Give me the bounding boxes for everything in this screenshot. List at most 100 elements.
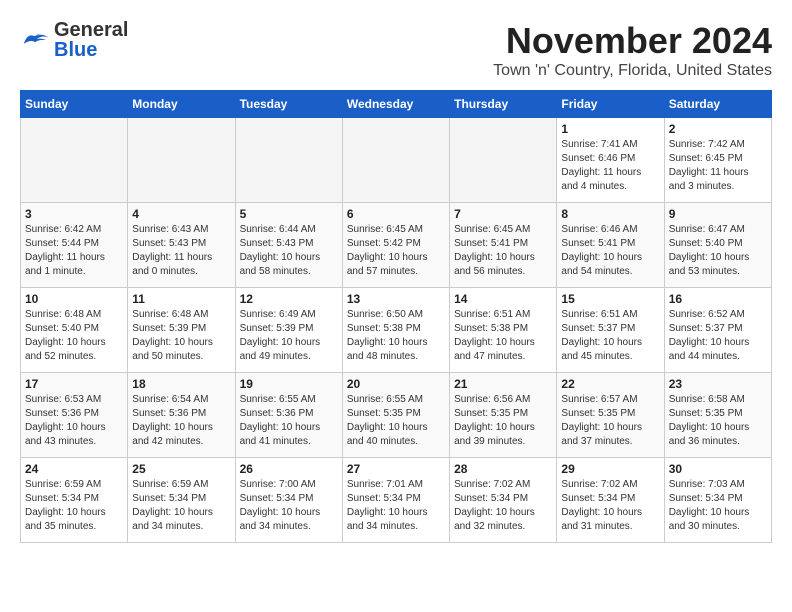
calendar-cell: 27 Sunrise: 7:01 AM Sunset: 5:34 PM Dayli… <box>342 458 449 543</box>
calendar-title: November 2024 <box>493 20 772 62</box>
calendar-cell: 11 Sunrise: 6:48 AM Sunset: 5:39 PM Dayli… <box>128 288 235 373</box>
day-info: Sunrise: 6:48 AM Sunset: 5:39 PM Dayligh… <box>132 308 230 364</box>
calendar-cell: 30 Sunrise: 7:03 AM Sunset: 5:34 PM Dayli… <box>664 458 771 543</box>
day-number: 12 <box>240 292 338 306</box>
calendar-header-thursday: Thursday <box>450 91 557 118</box>
calendar-subtitle: Town 'n' Country, Florida, United States <box>493 62 772 80</box>
day-number: 22 <box>561 377 659 391</box>
calendar-cell: 23Sunrise: 6:58 AM Sunset: 5:35 PM Dayli… <box>664 373 771 458</box>
day-number: 16 <box>669 292 767 306</box>
calendar-header-friday: Friday <box>557 91 664 118</box>
day-info: Sunrise: 6:46 AM Sunset: 5:41 PM Dayligh… <box>561 223 659 279</box>
day-info: Sunrise: 6:59 AM Sunset: 5:34 PM Dayligh… <box>25 478 123 534</box>
calendar-cell: 10 Sunrise: 6:48 AM Sunset: 5:40 PM Dayli… <box>21 288 128 373</box>
calendar-cell <box>235 118 342 203</box>
day-number: 21 <box>454 377 552 391</box>
logo: General Blue <box>20 20 128 60</box>
day-number: 4 <box>132 207 230 221</box>
day-number: 24 <box>25 462 123 476</box>
calendar-header-wednesday: Wednesday <box>342 91 449 118</box>
title-block: November 2024 Town 'n' Country, Florida,… <box>493 20 772 80</box>
day-number: 5 <box>240 207 338 221</box>
calendar-cell: 21 Sunrise: 6:56 AM Sunset: 5:35 PM Dayli… <box>450 373 557 458</box>
day-info: Sunrise: 6:59 AM Sunset: 5:34 PM Dayligh… <box>132 478 230 534</box>
day-number: 25 <box>132 462 230 476</box>
day-number: 23 <box>669 377 767 391</box>
calendar-cell <box>450 118 557 203</box>
day-number: 17 <box>25 377 123 391</box>
logo-blue: Blue <box>54 40 128 60</box>
calendar-header-tuesday: Tuesday <box>235 91 342 118</box>
logo-general: General <box>54 19 128 41</box>
calendar-cell: 1Sunrise: 7:41 AM Sunset: 6:46 PM Daylig… <box>557 118 664 203</box>
day-number: 27 <box>347 462 445 476</box>
calendar-header-monday: Monday <box>128 91 235 118</box>
day-number: 10 <box>25 292 123 306</box>
day-info: Sunrise: 6:45 AM Sunset: 5:41 PM Dayligh… <box>454 223 552 279</box>
calendar-week-3: 10 Sunrise: 6:48 AM Sunset: 5:40 PM Dayli… <box>21 288 772 373</box>
calendar-cell: 4 Sunrise: 6:43 AM Sunset: 5:43 PM Daylig… <box>128 203 235 288</box>
calendar-cell: 7 Sunrise: 6:45 AM Sunset: 5:41 PM Daylig… <box>450 203 557 288</box>
day-info: Sunrise: 7:42 AM Sunset: 6:45 PM Dayligh… <box>669 138 767 194</box>
day-number: 11 <box>132 292 230 306</box>
calendar-cell: 20 Sunrise: 6:55 AM Sunset: 5:35 PM Dayli… <box>342 373 449 458</box>
day-number: 8 <box>561 207 659 221</box>
calendar-cell: 9Sunrise: 6:47 AM Sunset: 5:40 PM Daylig… <box>664 203 771 288</box>
day-number: 14 <box>454 292 552 306</box>
day-info: Sunrise: 7:00 AM Sunset: 5:34 PM Dayligh… <box>240 478 338 534</box>
calendar-cell: 29 Sunrise: 7:02 AM Sunset: 5:34 PM Dayli… <box>557 458 664 543</box>
calendar-cell: 18 Sunrise: 6:54 AM Sunset: 5:36 PM Dayli… <box>128 373 235 458</box>
day-info: Sunrise: 6:45 AM Sunset: 5:42 PM Dayligh… <box>347 223 445 279</box>
day-info: Sunrise: 6:52 AM Sunset: 5:37 PM Dayligh… <box>669 308 767 364</box>
day-info: Sunrise: 6:56 AM Sunset: 5:35 PM Dayligh… <box>454 393 552 449</box>
day-number: 20 <box>347 377 445 391</box>
calendar-cell: 19 Sunrise: 6:55 AM Sunset: 5:36 PM Dayli… <box>235 373 342 458</box>
calendar-cell: 28Sunrise: 7:02 AM Sunset: 5:34 PM Dayli… <box>450 458 557 543</box>
day-info: Sunrise: 7:41 AM Sunset: 6:46 PM Dayligh… <box>561 138 659 194</box>
calendar-cell <box>128 118 235 203</box>
day-number: 13 <box>347 292 445 306</box>
calendar-cell <box>342 118 449 203</box>
day-info: Sunrise: 6:57 AM Sunset: 5:35 PM Dayligh… <box>561 393 659 449</box>
logo-bird-icon <box>20 28 50 52</box>
calendar-cell: 13 Sunrise: 6:50 AM Sunset: 5:38 PM Dayli… <box>342 288 449 373</box>
day-info: Sunrise: 7:01 AM Sunset: 5:34 PM Dayligh… <box>347 478 445 534</box>
calendar-week-1: 1Sunrise: 7:41 AM Sunset: 6:46 PM Daylig… <box>21 118 772 203</box>
day-info: Sunrise: 6:49 AM Sunset: 5:39 PM Dayligh… <box>240 308 338 364</box>
day-info: Sunrise: 6:55 AM Sunset: 5:35 PM Dayligh… <box>347 393 445 449</box>
calendar-header-saturday: Saturday <box>664 91 771 118</box>
calendar-table: SundayMondayTuesdayWednesdayThursdayFrid… <box>20 90 772 543</box>
day-info: Sunrise: 7:02 AM Sunset: 5:34 PM Dayligh… <box>454 478 552 534</box>
day-number: 30 <box>669 462 767 476</box>
day-info: Sunrise: 7:02 AM Sunset: 5:34 PM Dayligh… <box>561 478 659 534</box>
day-number: 29 <box>561 462 659 476</box>
calendar-cell: 15Sunrise: 6:51 AM Sunset: 5:37 PM Dayli… <box>557 288 664 373</box>
calendar-cell: 25 Sunrise: 6:59 AM Sunset: 5:34 PM Dayli… <box>128 458 235 543</box>
header: General Blue November 2024 Town 'n' Coun… <box>20 20 772 80</box>
day-info: Sunrise: 6:48 AM Sunset: 5:40 PM Dayligh… <box>25 308 123 364</box>
calendar-cell: 14 Sunrise: 6:51 AM Sunset: 5:38 PM Dayli… <box>450 288 557 373</box>
calendar-cell: 2Sunrise: 7:42 AM Sunset: 6:45 PM Daylig… <box>664 118 771 203</box>
day-info: Sunrise: 6:51 AM Sunset: 5:37 PM Dayligh… <box>561 308 659 364</box>
day-info: Sunrise: 6:47 AM Sunset: 5:40 PM Dayligh… <box>669 223 767 279</box>
day-info: Sunrise: 7:03 AM Sunset: 5:34 PM Dayligh… <box>669 478 767 534</box>
calendar-cell: 12 Sunrise: 6:49 AM Sunset: 5:39 PM Dayli… <box>235 288 342 373</box>
day-number: 19 <box>240 377 338 391</box>
day-info: Sunrise: 6:43 AM Sunset: 5:43 PM Dayligh… <box>132 223 230 279</box>
calendar-cell: 6Sunrise: 6:45 AM Sunset: 5:42 PM Daylig… <box>342 203 449 288</box>
calendar-cell: 16 Sunrise: 6:52 AM Sunset: 5:37 PM Dayli… <box>664 288 771 373</box>
day-number: 18 <box>132 377 230 391</box>
day-number: 26 <box>240 462 338 476</box>
day-number: 7 <box>454 207 552 221</box>
calendar-cell: 17Sunrise: 6:53 AM Sunset: 5:36 PM Dayli… <box>21 373 128 458</box>
calendar-week-2: 3 Sunrise: 6:42 AM Sunset: 5:44 PM Daylig… <box>21 203 772 288</box>
day-info: Sunrise: 6:54 AM Sunset: 5:36 PM Dayligh… <box>132 393 230 449</box>
calendar-cell: 26 Sunrise: 7:00 AM Sunset: 5:34 PM Dayli… <box>235 458 342 543</box>
day-info: Sunrise: 6:55 AM Sunset: 5:36 PM Dayligh… <box>240 393 338 449</box>
day-info: Sunrise: 6:51 AM Sunset: 5:38 PM Dayligh… <box>454 308 552 364</box>
calendar-cell: 22 Sunrise: 6:57 AM Sunset: 5:35 PM Dayli… <box>557 373 664 458</box>
calendar-cell <box>21 118 128 203</box>
day-info: Sunrise: 6:50 AM Sunset: 5:38 PM Dayligh… <box>347 308 445 364</box>
day-info: Sunrise: 6:42 AM Sunset: 5:44 PM Dayligh… <box>25 223 123 279</box>
day-number: 3 <box>25 207 123 221</box>
